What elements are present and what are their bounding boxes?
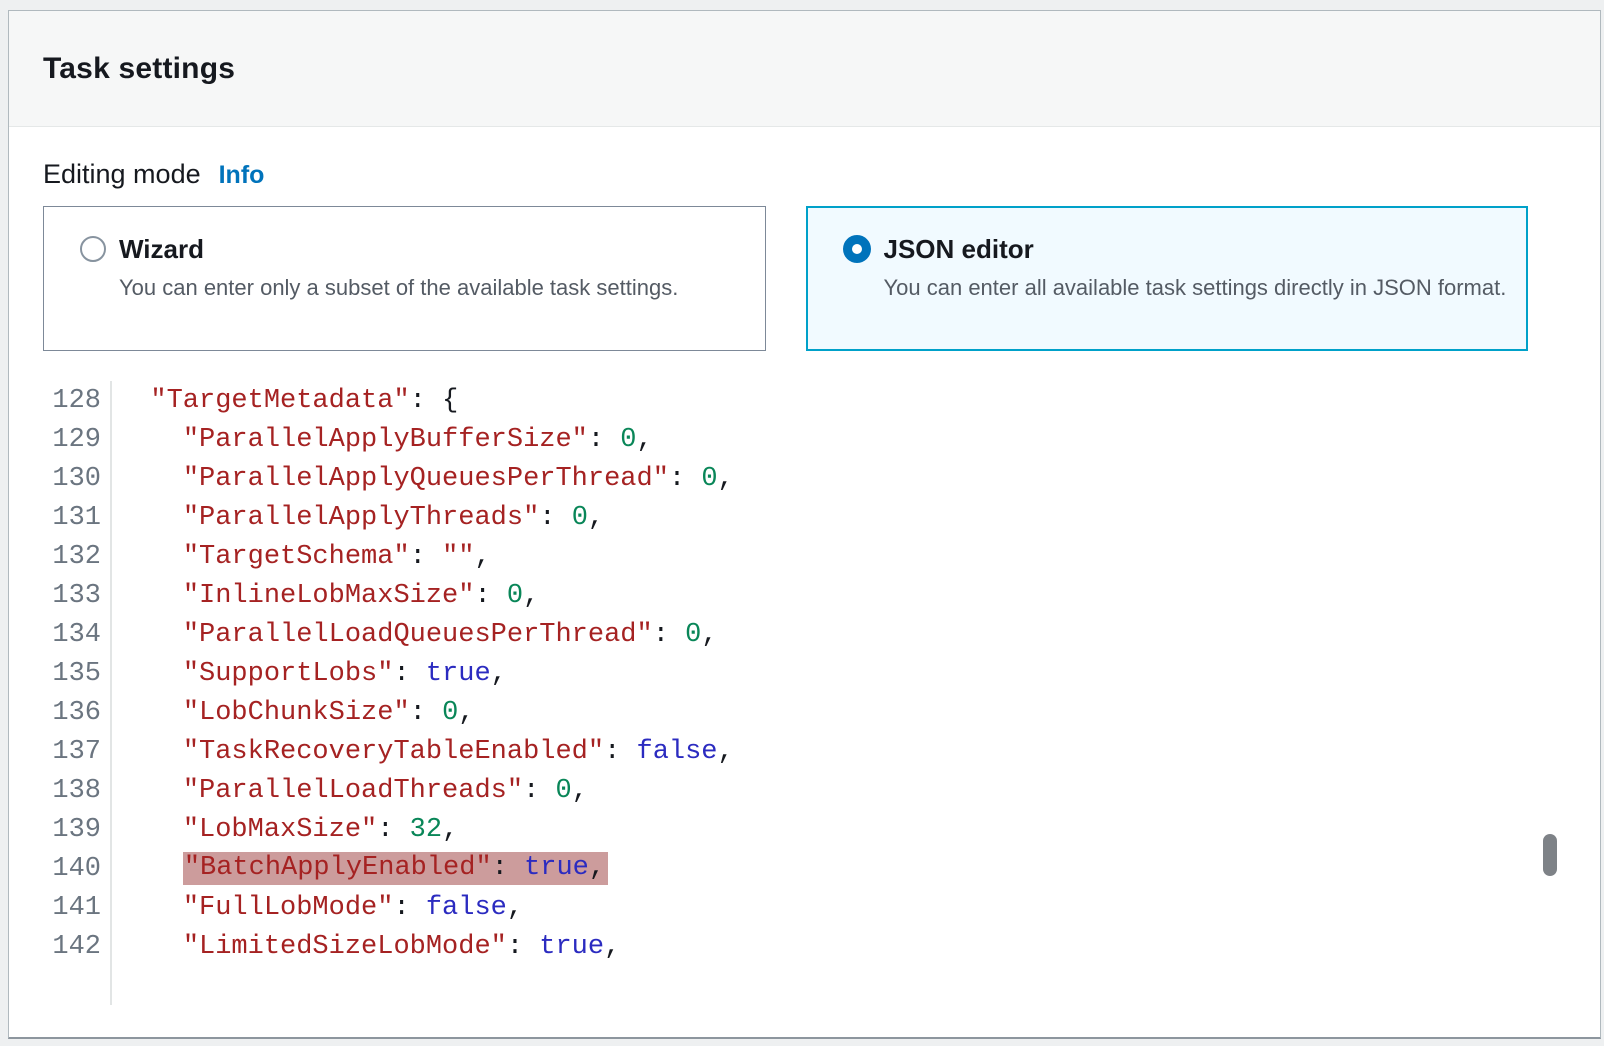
line-number: 131: [43, 498, 112, 537]
info-link[interactable]: Info: [219, 161, 265, 190]
code-text: "TaskRecoveryTableEnabled": false,: [112, 732, 734, 771]
code-text: "BatchApplyEnabled": true,: [112, 849, 608, 888]
line-number: 135: [43, 654, 112, 693]
code-line-136[interactable]: 136 "LobChunkSize": 0,: [43, 693, 1564, 732]
line-number: 130: [43, 459, 112, 498]
wizard-option-text: Wizard You can enter only a subset of th…: [119, 232, 678, 303]
code-text: "ParallelApplyBufferSize": 0,: [112, 420, 653, 459]
json-editor-option-text: JSON editor You can enter all available …: [884, 232, 1507, 303]
code-line-empty[interactable]: [43, 966, 1564, 1005]
code-line-134[interactable]: 134 "ParallelLoadQueuesPerThread": 0,: [43, 615, 1564, 654]
json-code-editor[interactable]: 128 "TargetMetadata": {129 "ParallelAppl…: [43, 381, 1564, 1005]
code-line-130[interactable]: 130 "ParallelApplyQueuesPerThread": 0,: [43, 459, 1564, 498]
code-text: "ParallelApplyThreads": 0,: [112, 498, 604, 537]
radio-selected-icon[interactable]: [843, 235, 871, 263]
line-number: 129: [43, 420, 112, 459]
wizard-option-label: Wizard: [119, 232, 678, 266]
radio-unselected-icon[interactable]: [80, 236, 106, 262]
code-text: "TargetMetadata": {: [112, 381, 458, 420]
line-number: 128: [43, 381, 112, 420]
code-line-142[interactable]: 142 "LimitedSizeLobMode": true,: [43, 927, 1564, 966]
task-settings-panel: Task settings Editing mode Info Wizard Y…: [8, 10, 1601, 1039]
line-number: 132: [43, 537, 112, 576]
editing-mode-option-wizard[interactable]: Wizard You can enter only a subset of th…: [43, 206, 766, 351]
line-number: 141: [43, 888, 112, 927]
panel-header: Task settings: [9, 11, 1600, 127]
panel-body: Editing mode Info Wizard You can enter o…: [9, 127, 1600, 1005]
code-line-133[interactable]: 133 "InlineLobMaxSize": 0,: [43, 576, 1564, 615]
code-text: "ParallelApplyQueuesPerThread": 0,: [112, 459, 734, 498]
highlighted-code: "BatchApplyEnabled": true,: [183, 852, 608, 885]
line-number: 142: [43, 927, 112, 966]
code-text: "LimitedSizeLobMode": true,: [112, 927, 620, 966]
panel-title: Task settings: [43, 52, 235, 86]
code-text: "ParallelLoadQueuesPerThread": 0,: [112, 615, 718, 654]
line-number: 136: [43, 693, 112, 732]
code-text: "FullLobMode": false,: [112, 888, 523, 927]
code-line-138[interactable]: 138 "ParallelLoadThreads": 0,: [43, 771, 1564, 810]
code-line-141[interactable]: 141 "FullLobMode": false,: [43, 888, 1564, 927]
editing-mode-label: Editing mode: [43, 159, 201, 190]
code-text: "LobChunkSize": 0,: [112, 693, 474, 732]
code-line-139[interactable]: 139 "LobMaxSize": 32,: [43, 810, 1564, 849]
line-number: 134: [43, 615, 112, 654]
code-text: "LobMaxSize": 32,: [112, 810, 458, 849]
code-text: "TargetSchema": "",: [112, 537, 491, 576]
editing-mode-option-json-editor[interactable]: JSON editor You can enter all available …: [806, 206, 1529, 351]
code-text: "ParallelLoadThreads": 0,: [112, 771, 588, 810]
line-number: 139: [43, 810, 112, 849]
line-number: 133: [43, 576, 112, 615]
json-editor-option-label: JSON editor: [884, 232, 1507, 266]
code-line-129[interactable]: 129 "ParallelApplyBufferSize": 0,: [43, 420, 1564, 459]
json-editor-option-description: You can enter all available task setting…: [884, 272, 1507, 303]
code-text: "SupportLobs": true,: [112, 654, 507, 693]
line-number: 137: [43, 732, 112, 771]
code-line-131[interactable]: 131 "ParallelApplyThreads": 0,: [43, 498, 1564, 537]
code-line-140[interactable]: 140 "BatchApplyEnabled": true,: [43, 849, 1564, 888]
code-line-135[interactable]: 135 "SupportLobs": true,: [43, 654, 1564, 693]
line-number: 140: [43, 849, 112, 888]
code-line-137[interactable]: 137 "TaskRecoveryTableEnabled": false,: [43, 732, 1564, 771]
code-text: "InlineLobMaxSize": 0,: [112, 576, 539, 615]
line-number: [43, 966, 112, 1005]
code-line-128[interactable]: 128 "TargetMetadata": {: [43, 381, 1564, 420]
wizard-option-description: You can enter only a subset of the avail…: [119, 272, 678, 303]
line-number: 138: [43, 771, 112, 810]
code-line-132[interactable]: 132 "TargetSchema": "",: [43, 537, 1564, 576]
editing-mode-row: Editing mode Info: [43, 159, 1564, 190]
editing-mode-options: Wizard You can enter only a subset of th…: [43, 206, 1564, 351]
page: Task settings Editing mode Info Wizard Y…: [0, 0, 1604, 1046]
editor-scrollbar-thumb[interactable]: [1543, 834, 1557, 876]
